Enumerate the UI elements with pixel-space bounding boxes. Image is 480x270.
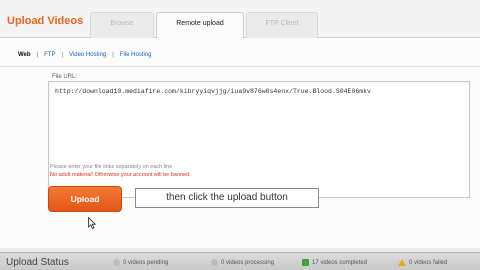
warning-icon <box>398 259 406 266</box>
upload-button[interactable]: Upload <box>48 186 122 212</box>
page-title: Upload Videos <box>7 15 84 27</box>
subnav-web[interactable]: Web <box>18 52 31 58</box>
processing-count: 0 videos processing <box>221 259 275 266</box>
status-title: Upload Status <box>6 257 69 268</box>
file-url-value: http://download10.mediafire.com/kibryyiq… <box>55 88 371 95</box>
upload-source-nav: Web | FTP | Video Hosting | File Hosting <box>18 50 152 60</box>
stat-processing: 0 videos processing <box>211 259 274 266</box>
check-icon <box>302 259 309 266</box>
tab-ftp-client[interactable]: FTP Client <box>246 12 318 38</box>
divider <box>0 66 480 67</box>
separator: | <box>112 52 114 58</box>
file-url-textarea[interactable]: http://download10.mediafire.com/kibryyiq… <box>48 81 470 198</box>
completed-count: 17 videos completed <box>312 259 368 266</box>
stat-failed: 0 videos failed <box>398 259 447 266</box>
failed-count: 0 videos failed <box>409 259 448 266</box>
pending-count: 0 videos pending <box>123 259 169 266</box>
url-hint: Please enter your file links separately … <box>50 164 173 170</box>
subnav-ftp[interactable]: FTP <box>44 52 55 58</box>
subnav-file-hosting[interactable]: File Hosting <box>120 52 152 58</box>
tutorial-callout: then click the upload button <box>135 188 319 208</box>
subnav-video-hosting[interactable]: Video Hosting <box>69 52 106 58</box>
adult-warning: No adult material! Otherwise your accoun… <box>50 172 191 178</box>
tab-remote-upload[interactable]: Remote upload <box>156 12 244 39</box>
pending-icon <box>113 259 120 266</box>
stat-pending: 0 videos pending <box>113 259 168 266</box>
separator: | <box>36 52 39 58</box>
upload-status-bar: Upload Status 0 videos pending 0 videos … <box>0 252 480 270</box>
upload-panel: Web | FTP | Video Hosting | File Hosting… <box>0 38 480 248</box>
header: Upload Videos Browse Remote upload FTP C… <box>0 0 480 39</box>
separator: | <box>61 52 64 58</box>
file-url-label: File URL: <box>52 74 78 80</box>
stat-completed: 17 videos completed <box>302 259 367 266</box>
page: Upload Videos Browse Remote upload FTP C… <box>0 0 480 270</box>
processing-icon <box>211 259 218 266</box>
tab-browse[interactable]: Browse <box>90 12 154 38</box>
mouse-cursor-icon <box>88 217 96 229</box>
